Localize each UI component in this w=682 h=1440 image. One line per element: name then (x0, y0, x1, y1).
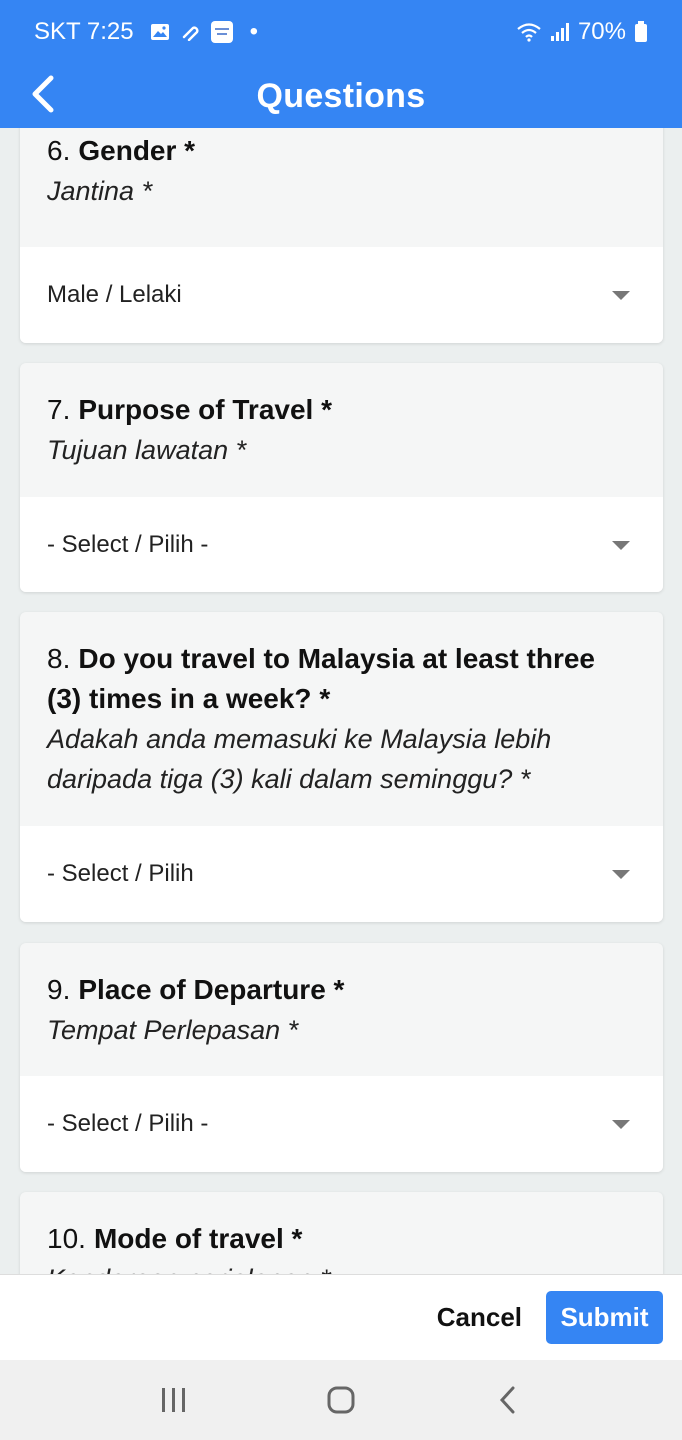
question-header: 9. Place of Departure * Tempat Perlepasan… (20, 943, 663, 1050)
back-nav-button[interactable] (478, 1375, 538, 1425)
dropdown-arrow-icon (612, 1119, 630, 1129)
question-sublabel: Tempat Perlepasan * (47, 1015, 299, 1045)
question-card: 9. Place of Departure * Tempat Perlepasan… (20, 943, 663, 1172)
question-label: Purpose of Travel * (78, 394, 332, 425)
question-number: 10. (47, 1223, 86, 1254)
recent-apps-button[interactable] (144, 1375, 204, 1425)
place-of-departure-select[interactable]: - Select / Pilih - (20, 1076, 663, 1172)
back-button[interactable] (18, 70, 66, 118)
signal-icon (550, 23, 569, 41)
paperclip-icon (182, 26, 199, 41)
select-value: - Select / Pilih - (47, 531, 209, 558)
gender-select[interactable]: Male / Lelaki (20, 247, 663, 343)
question-number: 7. (47, 394, 71, 425)
home-button[interactable] (311, 1375, 371, 1425)
wifi-icon (517, 23, 541, 42)
recent-apps-icon (161, 1388, 185, 1412)
question-title: 6. Gender * (47, 131, 636, 171)
system-nav-bar (0, 1360, 682, 1440)
question-header: 7. Purpose of Travel * Tujuan lawatan * (20, 363, 663, 470)
back-arrow-icon (500, 1386, 515, 1414)
dropdown-arrow-icon (612, 869, 630, 879)
question-sublabel: Tujuan lawatan * (47, 435, 247, 465)
question-card: 10.Mode of travel * Kenderaan perjalanan… (20, 1192, 663, 1274)
dropdown-arrow-icon (612, 290, 630, 300)
question-header: 6. Gender * Jantina * (20, 128, 663, 211)
question-label: Mode of travel * (93, 1223, 303, 1254)
status-right: 70% (516, 18, 648, 46)
question-title: 10. Mode of travel * (47, 1219, 636, 1259)
submit-button[interactable]: Submit (546, 1291, 663, 1344)
status-bar: SKT 7:25 • 70% (0, 0, 682, 64)
purpose-of-travel-select[interactable]: - Select / Pilih - (20, 497, 663, 592)
form-action-bar: Cancel Submit (0, 1274, 682, 1360)
select-value: - Select / Pilih - (47, 1110, 209, 1137)
question-number: 9. (47, 974, 71, 1005)
question-sublabel: Kenderaan perjalanan * (47, 1259, 636, 1274)
home-icon (327, 1386, 355, 1414)
question-card: 6. Gender * Jantina * Male / Lelaki (20, 128, 663, 343)
select-value: Male / Lelaki (47, 281, 182, 308)
question-title: 7. Purpose of Travel * (47, 390, 636, 430)
app-notification-icon (210, 21, 233, 43)
travel-frequency-select[interactable]: - Select / Pilih (20, 826, 663, 922)
question-label: Do you travel to Malaysia at least three… (47, 643, 595, 714)
chevron-left-icon (32, 75, 54, 113)
app-bar: Questions (0, 64, 682, 128)
battery-percent: 70% (577, 18, 626, 45)
select-value: - Select / Pilih (47, 860, 194, 887)
dropdown-arrow-icon (612, 540, 630, 550)
questions-list[interactable]: 6. Gender * Jantina * Male / Lelaki 7. Pur… (0, 128, 682, 1274)
question-sublabel: Jantina * (47, 176, 153, 206)
image-icon (150, 24, 169, 40)
battery-icon (635, 21, 647, 42)
question-header: 10.Mode of travel * Kenderaan perjalanan… (20, 1192, 663, 1274)
question-number: 8. (47, 643, 71, 674)
question-title: 9. Place of Departure * (47, 970, 636, 1010)
status-time: SKT 7:25 (34, 18, 134, 45)
question-header: 8. Do you travel to Malaysia at least thr… (20, 612, 663, 799)
question-number: 6. (47, 135, 71, 166)
question-sublabel: Adakah anda memasuki ke Malaysia lebih d… (47, 724, 552, 794)
page-title: Questions (256, 76, 426, 115)
question-label: Place of Departure * (78, 974, 345, 1005)
cancel-button[interactable]: Cancel (437, 1302, 522, 1333)
status-left: SKT 7:25 • (34, 18, 258, 46)
question-label: Gender * (78, 135, 196, 166)
question-title: 8. Do you travel to Malaysia at least thr… (47, 639, 636, 719)
question-card: 7. Purpose of Travel * Tujuan lawatan * -… (20, 363, 663, 592)
question-card: 8. Do you travel to Malaysia at least thr… (20, 612, 663, 922)
status-dot: • (249, 18, 259, 45)
